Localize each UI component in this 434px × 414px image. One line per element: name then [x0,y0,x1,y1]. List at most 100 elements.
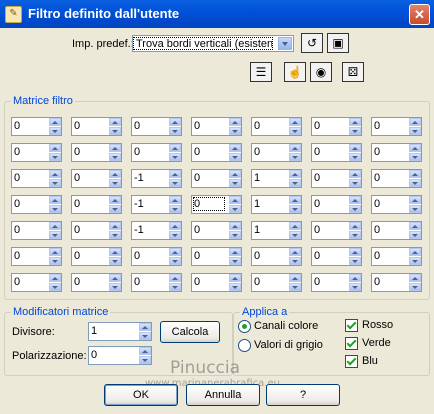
spin-up-arrow-icon[interactable] [229,248,241,256]
matrix-cell[interactable]: 0 [191,221,242,240]
matrix-cell[interactable]: 0 [191,117,242,136]
spin-down-arrow-icon[interactable] [229,257,241,265]
matrix-cell[interactable]: 0 [371,273,422,292]
spin-down-arrow-icon[interactable] [289,205,301,213]
bias-up-arrow-icon[interactable] [139,347,151,355]
spin-down-arrow-icon[interactable] [49,179,61,187]
spin-down-arrow-icon[interactable] [409,231,421,239]
proof-icon[interactable]: ☝ [284,62,306,82]
spin-down-arrow-icon[interactable] [169,179,181,187]
spin-up-arrow-icon[interactable] [109,196,121,204]
spin-down-arrow-icon[interactable] [49,127,61,135]
spin-down-arrow-icon[interactable] [289,283,301,291]
red-checkbox[interactable] [345,319,358,332]
matrix-cell[interactable]: 0 [371,247,422,266]
spin-up-arrow-icon[interactable] [49,118,61,126]
matrix-cell[interactable]: 0 [131,117,182,136]
spin-up-arrow-icon[interactable] [289,170,301,178]
spin-up-arrow-icon[interactable] [229,118,241,126]
spin-down-arrow-icon[interactable] [409,205,421,213]
matrix-cell[interactable]: 0 [131,247,182,266]
spin-up-arrow-icon[interactable] [409,144,421,152]
matrix-cell[interactable]: 0 [71,117,122,136]
matrix-cell[interactable]: -1 [131,169,182,188]
spin-down-arrow-icon[interactable] [49,257,61,265]
matrix-cell[interactable]: 0 [71,221,122,240]
spin-down-arrow-icon[interactable] [289,257,301,265]
matrix-cell[interactable]: 0 [11,143,62,162]
spin-down-arrow-icon[interactable] [49,231,61,239]
spin-up-arrow-icon[interactable] [229,196,241,204]
spin-up-arrow-icon[interactable] [409,118,421,126]
spin-up-arrow-icon[interactable] [109,170,121,178]
spin-up-arrow-icon[interactable] [49,196,61,204]
spin-up-arrow-icon[interactable] [409,274,421,282]
matrix-cell[interactable]: 0 [311,169,362,188]
spin-down-arrow-icon[interactable] [409,127,421,135]
matrix-cell[interactable]: 0 [311,221,362,240]
matrix-cell[interactable]: 0 [71,169,122,188]
matrix-cell[interactable]: 0 [251,143,302,162]
save-icon[interactable]: ▣ [327,33,349,53]
spin-up-arrow-icon[interactable] [49,274,61,282]
color-channels-radio[interactable] [238,320,251,333]
bias-down-arrow-icon[interactable] [139,356,151,364]
matrix-cell[interactable]: -1 [131,221,182,240]
spin-up-arrow-icon[interactable] [409,248,421,256]
spin-up-arrow-icon[interactable] [229,170,241,178]
spin-down-arrow-icon[interactable] [409,283,421,291]
divisor-stepper[interactable]: 1 [88,322,152,341]
spin-up-arrow-icon[interactable] [109,274,121,282]
matrix-cell[interactable]: 0 [191,195,242,214]
matrix-cell[interactable]: 0 [371,221,422,240]
matrix-cell[interactable]: 1 [251,221,302,240]
matrix-cell[interactable]: 0 [11,273,62,292]
spin-down-arrow-icon[interactable] [109,153,121,161]
spin-down-arrow-icon[interactable] [289,127,301,135]
spin-up-arrow-icon[interactable] [49,248,61,256]
spin-down-arrow-icon[interactable] [109,283,121,291]
spin-down-arrow-icon[interactable] [169,231,181,239]
spin-up-arrow-icon[interactable] [349,196,361,204]
spin-down-arrow-icon[interactable] [409,153,421,161]
matrix-cell[interactable]: 0 [311,247,362,266]
matrix-cell[interactable]: 0 [131,273,182,292]
spin-up-arrow-icon[interactable] [409,170,421,178]
spin-up-arrow-icon[interactable] [169,170,181,178]
matrix-cell[interactable]: 0 [11,117,62,136]
spin-up-arrow-icon[interactable] [169,274,181,282]
matrix-cell[interactable]: 0 [251,247,302,266]
spin-down-arrow-icon[interactable] [349,257,361,265]
spin-up-arrow-icon[interactable] [409,222,421,230]
spin-up-arrow-icon[interactable] [349,248,361,256]
matrix-cell[interactable]: 0 [311,117,362,136]
matrix-cell[interactable]: 0 [71,195,122,214]
matrix-cell[interactable]: -1 [131,195,182,214]
matrix-cell[interactable]: 0 [251,117,302,136]
spin-up-arrow-icon[interactable] [229,274,241,282]
matrix-cell[interactable]: 0 [191,143,242,162]
spin-up-arrow-icon[interactable] [289,248,301,256]
spin-down-arrow-icon[interactable] [229,231,241,239]
matrix-cell[interactable]: 0 [371,195,422,214]
spin-up-arrow-icon[interactable] [349,170,361,178]
matrix-cell[interactable]: 0 [371,143,422,162]
spin-down-arrow-icon[interactable] [349,127,361,135]
matrix-cell[interactable]: 1 [251,169,302,188]
matrix-cell[interactable]: 0 [131,143,182,162]
spin-down-arrow-icon[interactable] [109,257,121,265]
spin-up-arrow-icon[interactable] [349,274,361,282]
spin-down-arrow-icon[interactable] [109,231,121,239]
spin-up-arrow-icon[interactable] [289,196,301,204]
randomize-icon[interactable]: ⚄ [342,62,364,82]
spin-up-arrow-icon[interactable] [229,222,241,230]
matrix-cell[interactable]: 0 [71,247,122,266]
spin-up-arrow-icon[interactable] [349,118,361,126]
spin-down-arrow-icon[interactable] [109,179,121,187]
spin-down-arrow-icon[interactable] [229,127,241,135]
matrix-cell[interactable]: 0 [311,273,362,292]
help-button[interactable]: ? [266,384,340,406]
spin-up-arrow-icon[interactable] [169,144,181,152]
spin-up-arrow-icon[interactable] [349,222,361,230]
divisor-up-arrow-icon[interactable] [139,323,151,331]
